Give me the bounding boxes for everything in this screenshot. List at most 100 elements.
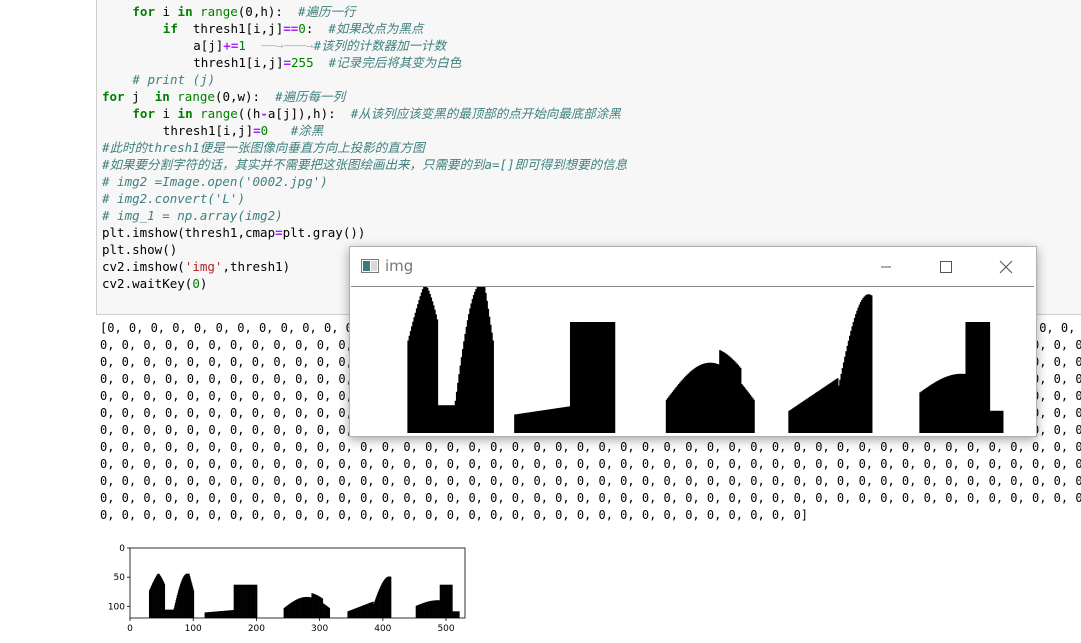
code-token: 0 — [298, 21, 306, 36]
code-token: = — [275, 225, 283, 240]
projection-marks — [407, 285, 1004, 433]
code-token: if — [162, 21, 178, 36]
code-token: #涂黑 — [290, 123, 324, 138]
code-token: = — [253, 123, 261, 138]
x-tick-label: 0 — [127, 624, 133, 634]
code-token: in — [177, 106, 193, 121]
minimize-button[interactable] — [863, 247, 909, 286]
code-line: cv2.imshow('img',thresh1) — [102, 258, 290, 275]
code-token: #该列的计数器加一计数 — [313, 38, 447, 53]
code-token: (0,w): — [214, 89, 276, 104]
window-title: img — [385, 257, 414, 275]
code-token: == — [283, 21, 299, 36]
code-line: # img2.convert('L') — [102, 190, 245, 207]
output-row: 0, 0, 0, 0, 0, 0, 0, 0, 0, 0, 0, 0, 0, 0… — [100, 508, 809, 522]
code-line: a[j]+=1 ──→───→#该列的计数器加一计数 — [193, 37, 446, 54]
plot-column — [329, 608, 331, 618]
matplotlib-figure: 0 100 200 300 400 500 0 50 100 — [108, 540, 478, 639]
code-line: cv2.waitKey(0) — [102, 275, 207, 292]
y-tick-label: 50 — [114, 573, 126, 583]
code-line: for i in range((h-a[j]),h): #从该列应该变黑的最顶部… — [132, 105, 620, 122]
code-token: # img2 =Image.open('0002.jpg') — [102, 174, 328, 189]
code-token: for — [132, 106, 155, 121]
code-token: #如果改点为黑点 — [328, 21, 424, 36]
code-token: 'img' — [184, 259, 223, 274]
code-token: #此时的thresh1便是一张图像向垂直方向上投影的直方图 — [102, 140, 425, 155]
code-token: cv2.imshow( — [102, 259, 185, 274]
x-tick-label: 100 — [185, 624, 202, 634]
code-line: if thresh1[i,j]==0: #如果改点为黑点 — [163, 20, 424, 37]
y-tick-label: 0 — [119, 544, 125, 554]
x-tick-label: 500 — [437, 624, 454, 634]
code-token: a[j]),h): — [267, 106, 351, 121]
code-token: plt.imshow(thresh1,cmap — [102, 225, 276, 240]
code-token: 1 — [238, 38, 246, 53]
close-icon — [999, 260, 1013, 274]
maximize-button[interactable] — [923, 247, 969, 286]
code-token: ) — [199, 276, 208, 291]
code-token: (0,h): — [237, 4, 298, 19]
code-token: i — [154, 4, 178, 19]
projection-column — [1001, 410, 1004, 433]
code-token: range — [177, 89, 215, 104]
code-token: #遍历一行 — [298, 4, 356, 19]
code-line: #如果要分割字符的话，其实并不需要把这张图绘画出来，只需要的到a=[]即可得到想… — [102, 156, 627, 173]
code-token: #从该列应该变黑的最顶部的点开始向最底部涂黑 — [350, 106, 621, 121]
code-token: thresh1[i,j] — [162, 123, 254, 138]
cv2-window[interactable]: img — [349, 246, 1037, 437]
code-token: ,thresh1) — [222, 259, 291, 274]
window-app-icon — [361, 259, 379, 273]
output-row: 0, 0, 0, 0, 0, 0, 0, 0, 0, 0, 0, 0, 0, 0… — [100, 457, 1081, 471]
output-row: 0, 0, 0, 0, 0, 0, 0, 0, 0, 0, 0, 0, 0, 0… — [100, 491, 1081, 505]
code-token: : — [305, 21, 329, 36]
code-token: i — [154, 106, 178, 121]
code-token: thresh1[i,j] — [177, 21, 284, 36]
code-token: a[j] — [193, 38, 224, 53]
code-token: range — [200, 106, 238, 121]
window-titlebar[interactable]: img — [350, 247, 1036, 286]
code-token: ──→───→ — [245, 38, 314, 53]
x-tick-label: 300 — [311, 624, 328, 634]
plot-column — [193, 590, 195, 618]
code-token: # img_1 = np.array(img2) — [102, 208, 283, 223]
minimize-icon — [881, 266, 891, 268]
projection-column — [492, 340, 494, 433]
code-line: thresh1[i,j]=255 #记录完后将其变为白色 — [193, 54, 461, 71]
code-token: ((h — [237, 106, 261, 121]
y-tick-label: 100 — [108, 602, 125, 612]
code-token: plt.gray()) — [282, 225, 366, 240]
close-button[interactable] — [983, 247, 1029, 286]
plot-column — [458, 611, 460, 618]
code-token: #如果要分割字符的话，其实并不需要把这张图绘画出来，只需要的到a=[]即可得到想… — [102, 157, 628, 172]
code-token: 255 — [291, 55, 314, 70]
code-line: thresh1[i,j]=0 #涂黑 — [163, 122, 323, 139]
code-token: plt.show() — [102, 242, 178, 257]
code-line: for i in range(0,h): #遍历一行 — [132, 3, 355, 20]
output-row: 0, 0, 0, 0, 0, 0, 0, 0, 0, 0, 0, 0, 0, 0… — [100, 440, 1081, 454]
x-tick-label: 200 — [248, 624, 265, 634]
projection-column — [753, 399, 755, 433]
code-token: #遍历每一列 — [275, 89, 346, 104]
code-token: in — [154, 89, 170, 104]
code-token: 0 — [192, 276, 200, 291]
code-token: range — [200, 4, 238, 19]
code-token: j — [124, 89, 155, 104]
output-row: 0, 0, 0, 0, 0, 0, 0, 0, 0, 0, 0, 0, 0, 0… — [100, 474, 1081, 488]
code-token: - — [260, 106, 268, 121]
code-line: #此时的thresh1便是一张图像向垂直方向上投影的直方图 — [102, 139, 425, 156]
code-line: for j in range(0,w): #遍历每一列 — [102, 88, 345, 105]
code-token: in — [177, 4, 193, 19]
code-line: plt.show() — [102, 241, 177, 258]
code-token: for — [102, 89, 125, 104]
maximize-icon — [940, 261, 952, 273]
code-token: for — [132, 4, 155, 19]
code-line: # img2 =Image.open('0002.jpg') — [102, 173, 328, 190]
code-line: # print (j) — [132, 71, 215, 88]
histogram-plot: 0 100 200 300 400 500 0 50 100 — [108, 544, 466, 634]
window-image-canvas — [351, 285, 1034, 435]
code-token: # img2.convert('L') — [102, 191, 245, 206]
